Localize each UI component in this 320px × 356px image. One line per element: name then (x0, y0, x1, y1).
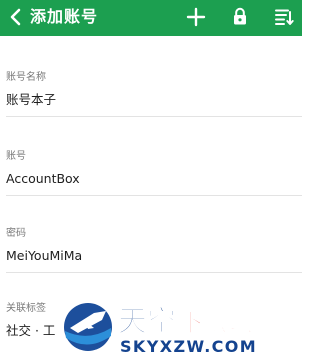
password-label: 密码 (6, 228, 26, 239)
password-input[interactable]: MeiYouMiMa (6, 247, 82, 265)
brand-cn-main: 天空 (118, 304, 176, 338)
account-input[interactable]: AccountBox (6, 170, 80, 188)
divider (6, 272, 302, 273)
sort-list-icon[interactable] (272, 5, 296, 29)
account-name-label: 账号名称 (6, 72, 46, 83)
brand-cn-sub: 下载玩 (178, 308, 256, 338)
tags-input[interactable]: 社交 · 工 (6, 322, 55, 340)
add-icon[interactable] (184, 5, 208, 29)
app-bar: 添加账号 (0, 0, 302, 36)
tags-label: 关联标签 (6, 303, 46, 314)
divider (6, 195, 302, 196)
brand-en: SKYXZW.COM (120, 337, 257, 356)
lock-icon[interactable] (228, 5, 252, 29)
page-title: 添加账号 (30, 7, 99, 26)
account-name-input[interactable]: 账号本子 (6, 91, 56, 109)
back-arrow-icon[interactable] (4, 5, 28, 29)
account-label: 账号 (6, 151, 26, 162)
divider (6, 116, 302, 117)
watermark-logo: 天空 下载玩 SKYXZW.COM (62, 301, 257, 356)
